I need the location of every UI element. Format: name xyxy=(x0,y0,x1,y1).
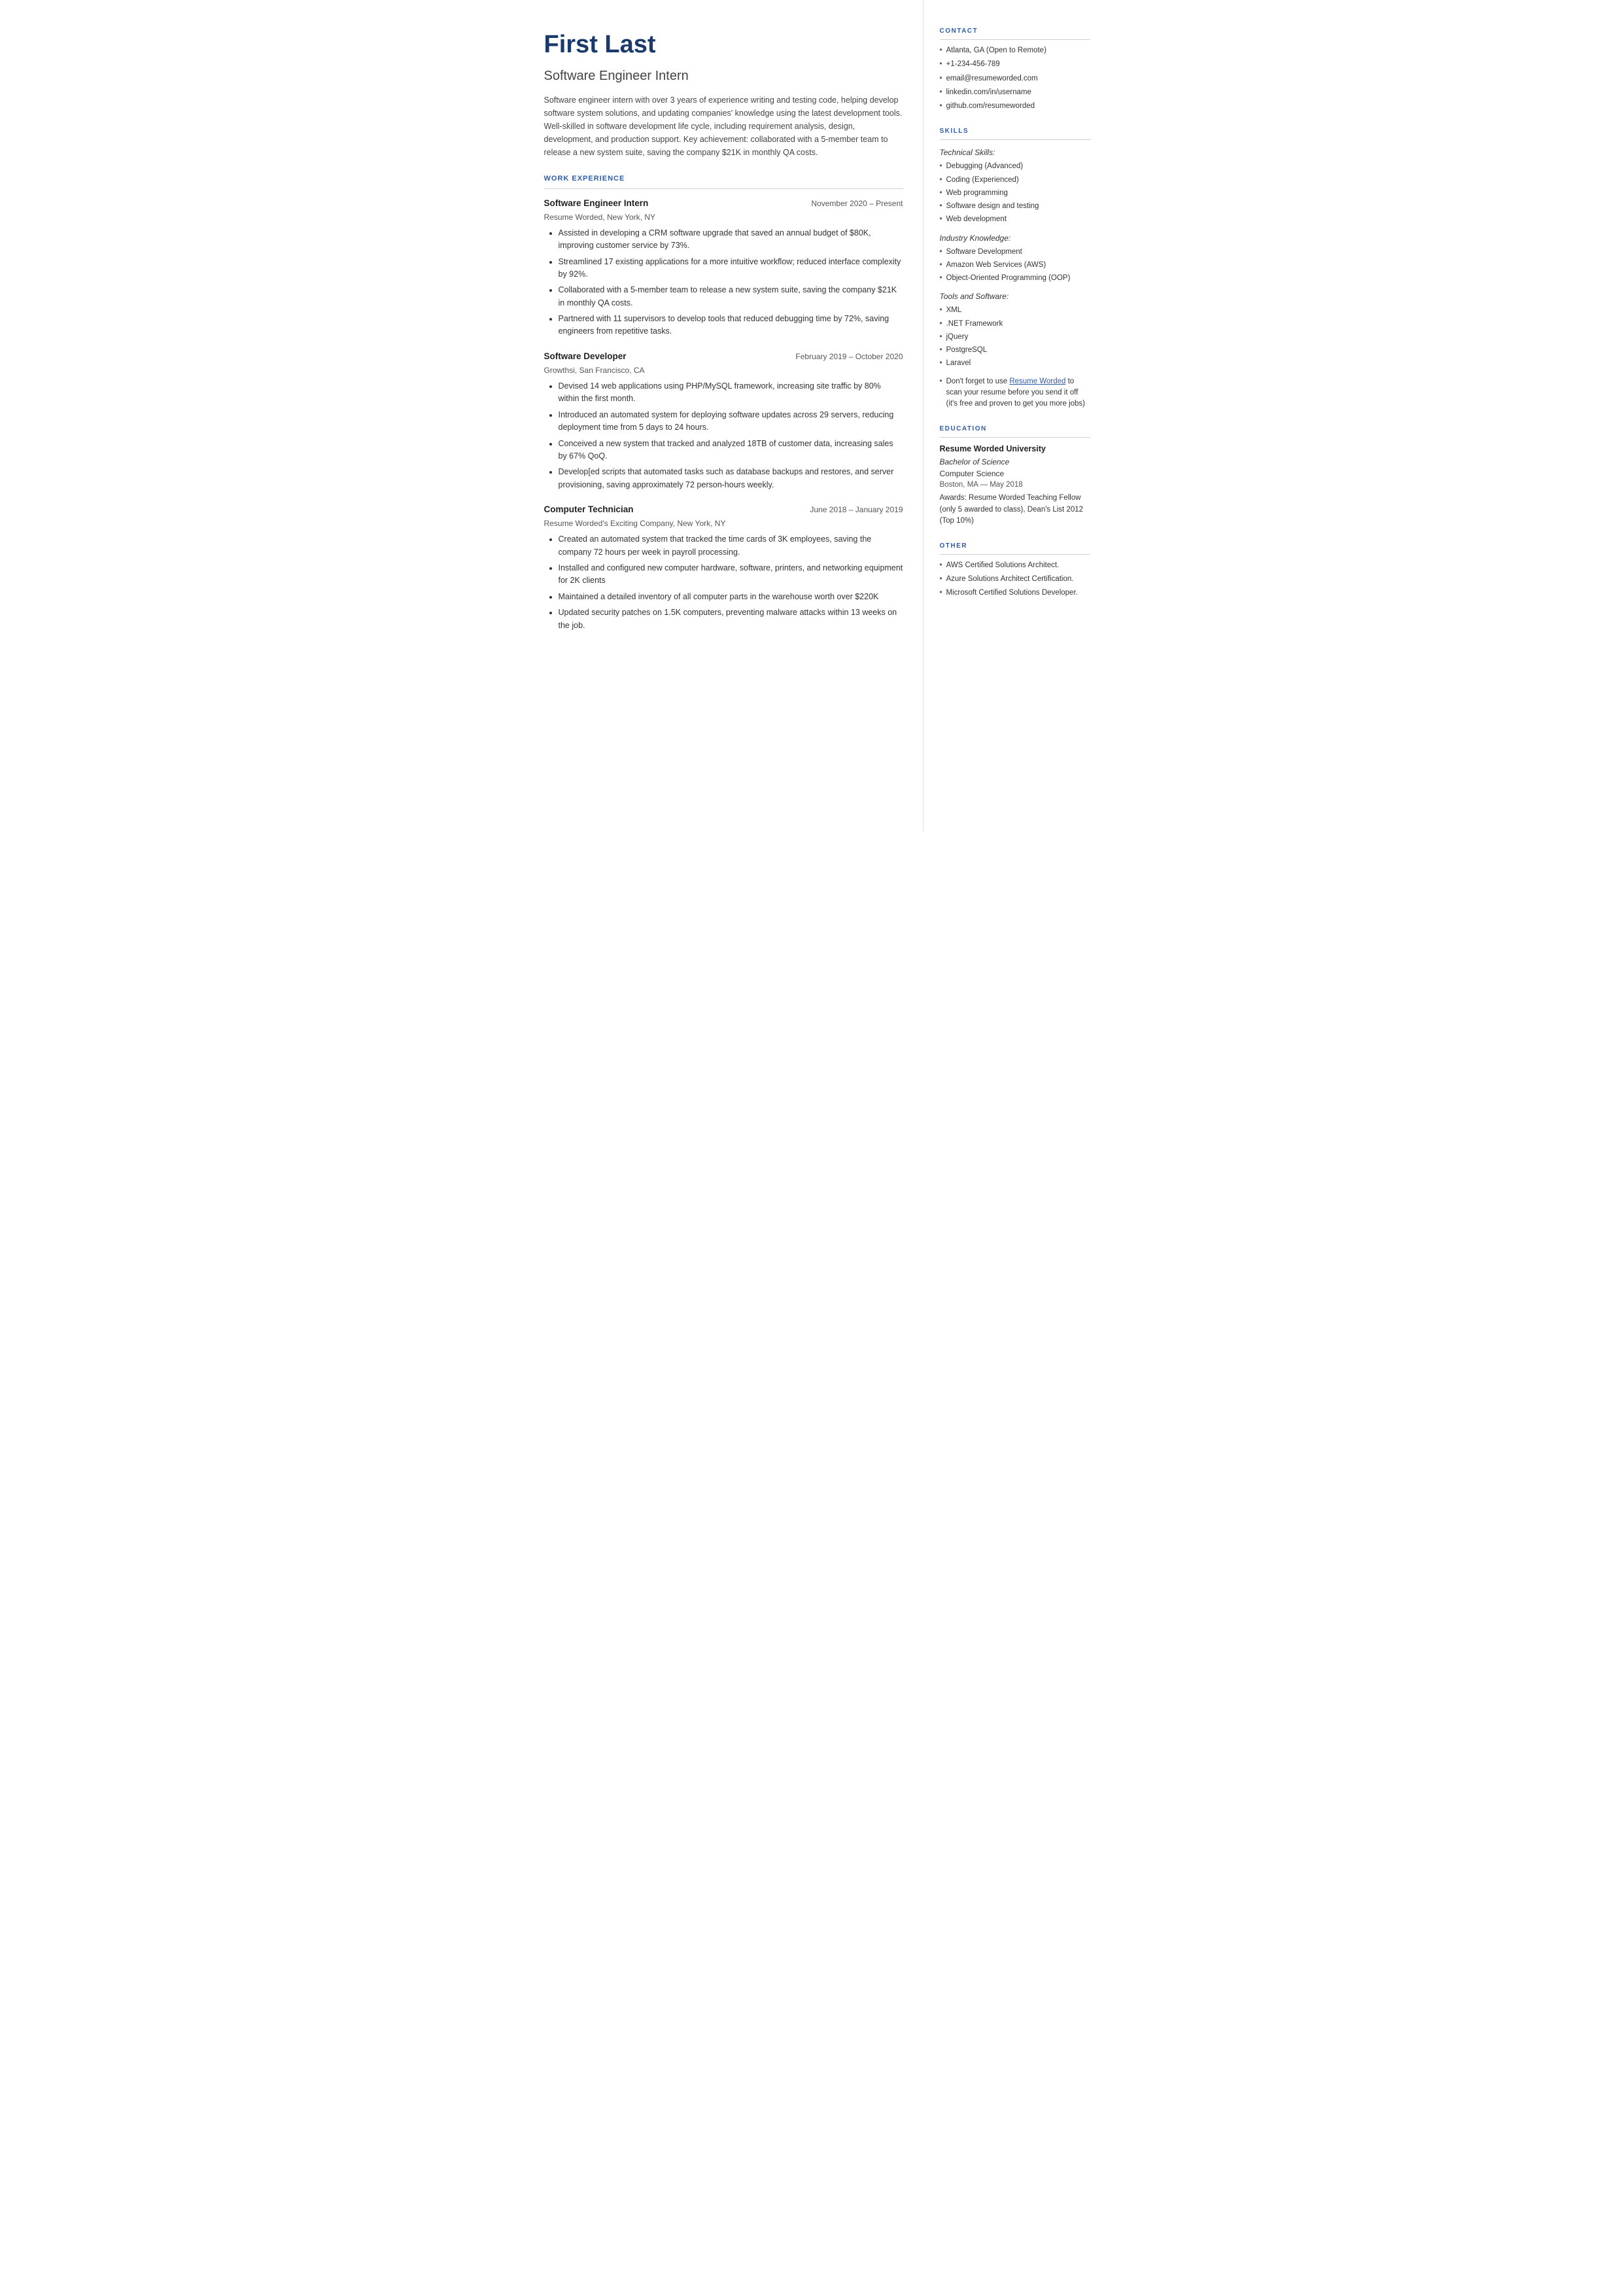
work-experience-header: WORK EXPERIENCE xyxy=(544,173,903,189)
job-block-2: Software Developer February 2019 – Octob… xyxy=(544,350,903,491)
tech-skill-5: Web development xyxy=(940,214,1090,225)
tool-skill-5: Laravel xyxy=(940,358,1090,369)
job-dates-1: November 2020 – Present xyxy=(811,198,903,209)
other-item-2: Azure Solutions Architect Certification. xyxy=(940,574,1090,584)
contact-item-3: email@resumeworded.com xyxy=(940,73,1090,84)
candidate-name: First Last xyxy=(544,26,903,63)
tool-skill-3: jQuery xyxy=(940,332,1090,343)
bullet-1-4: Partnered with 11 supervisors to develop… xyxy=(559,313,903,338)
skills-section: SKILLS Technical Skills: Debugging (Adva… xyxy=(940,126,1090,410)
tech-skill-4: Software design and testing xyxy=(940,201,1090,212)
bullet-1-1: Assisted in developing a CRM software up… xyxy=(559,227,903,253)
edu-school: Resume Worded University xyxy=(940,443,1090,455)
job-block-1: Software Engineer Intern November 2020 –… xyxy=(544,197,903,338)
edu-block-1: Resume Worded University Bachelor of Sci… xyxy=(940,443,1090,527)
education-section: EDUCATION Resume Worded University Bache… xyxy=(940,424,1090,527)
contact-item-4: linkedin.com/in/username xyxy=(940,87,1090,98)
job-title-2: Software Developer xyxy=(544,350,627,363)
tech-skill-3: Web programming xyxy=(940,188,1090,199)
other-header: OTHER xyxy=(940,541,1090,555)
edu-location-date: Boston, MA — May 2018 xyxy=(940,480,1090,491)
other-section: OTHER AWS Certified Solutions Architect.… xyxy=(940,541,1090,598)
job-company-2: Growthsi, San Francisco, CA xyxy=(544,364,903,376)
bullet-1-3: Collaborated with a 5-member team to rel… xyxy=(559,284,903,309)
contact-section: CONTACT Atlanta, GA (Open to Remote) +1-… xyxy=(940,26,1090,112)
contact-item-2: +1-234-456-789 xyxy=(940,59,1090,70)
bullet-3-4: Updated security patches on 1.5K compute… xyxy=(559,606,903,632)
job-company-3: Resume Worded's Exciting Company, New Yo… xyxy=(544,517,903,529)
contact-header: CONTACT xyxy=(940,26,1090,40)
bullet-2-1: Devised 14 web applications using PHP/My… xyxy=(559,380,903,406)
bullet-2-4: Develop[ed scripts that automated tasks … xyxy=(559,466,903,491)
other-item-3: Microsoft Certified Solutions Developer. xyxy=(940,587,1090,598)
candidate-summary: Software engineer intern with over 3 yea… xyxy=(544,94,903,159)
industry-skill-2: Amazon Web Services (AWS) xyxy=(940,260,1090,271)
rw-link[interactable]: Resume Worded xyxy=(1009,377,1065,385)
job-bullets-2: Devised 14 web applications using PHP/My… xyxy=(544,380,903,491)
technical-skills-label: Technical Skills: xyxy=(940,147,1090,158)
rw-note-prefix: Don't forget to use xyxy=(946,377,1010,385)
contact-list: Atlanta, GA (Open to Remote) +1-234-456-… xyxy=(940,45,1090,112)
education-header: EDUCATION xyxy=(940,424,1090,438)
edu-field: Computer Science xyxy=(940,468,1090,480)
tools-skills-list: XML .NET Framework jQuery PostgreSQL Lar… xyxy=(940,305,1090,369)
tools-skills-label: Tools and Software: xyxy=(940,290,1090,302)
other-item-1: AWS Certified Solutions Architect. xyxy=(940,560,1090,570)
bullet-1-2: Streamlined 17 existing applications for… xyxy=(559,256,903,281)
contact-item-1: Atlanta, GA (Open to Remote) xyxy=(940,45,1090,56)
tool-skill-4: PostgreSQL xyxy=(940,345,1090,356)
job-bullets-1: Assisted in developing a CRM software up… xyxy=(544,227,903,338)
job-company-1: Resume Worded, New York, NY xyxy=(544,211,903,223)
job-dates-2: February 2019 – October 2020 xyxy=(795,351,903,362)
edu-awards: Awards: Resume Worded Teaching Fellow (o… xyxy=(940,493,1090,527)
industry-skill-3: Object-Oriented Programming (OOP) xyxy=(940,273,1090,284)
candidate-title: Software Engineer Intern xyxy=(544,66,903,86)
rw-promo-note: Don't forget to use Resume Worded to sca… xyxy=(940,376,1090,410)
job-block-3: Computer Technician June 2018 – January … xyxy=(544,503,903,632)
other-list: AWS Certified Solutions Architect. Azure… xyxy=(940,560,1090,598)
job-title-3: Computer Technician xyxy=(544,503,634,516)
industry-skills-label: Industry Knowledge: xyxy=(940,232,1090,244)
job-bullets-3: Created an automated system that tracked… xyxy=(544,533,903,632)
bullet-2-3: Conceived a new system that tracked and … xyxy=(559,438,903,463)
contact-item-5: github.com/resumeworded xyxy=(940,101,1090,112)
job-dates-3: June 2018 – January 2019 xyxy=(810,504,903,516)
technical-skills-list: Debugging (Advanced) Coding (Experienced… xyxy=(940,161,1090,225)
industry-skills-list: Software Development Amazon Web Services… xyxy=(940,247,1090,285)
bullet-3-2: Installed and configured new computer ha… xyxy=(559,562,903,587)
job-title-1: Software Engineer Intern xyxy=(544,197,649,210)
bullet-3-3: Maintained a detailed inventory of all c… xyxy=(559,591,903,603)
edu-degree: Bachelor of Science xyxy=(940,456,1090,468)
bullet-3-1: Created an automated system that tracked… xyxy=(559,533,903,559)
tool-skill-2: .NET Framework xyxy=(940,319,1090,330)
tech-skill-2: Coding (Experienced) xyxy=(940,175,1090,186)
industry-skill-1: Software Development xyxy=(940,247,1090,258)
tech-skill-1: Debugging (Advanced) xyxy=(940,161,1090,172)
skills-header: SKILLS xyxy=(940,126,1090,140)
bullet-2-2: Introduced an automated system for deplo… xyxy=(559,409,903,434)
tool-skill-1: XML xyxy=(940,305,1090,316)
